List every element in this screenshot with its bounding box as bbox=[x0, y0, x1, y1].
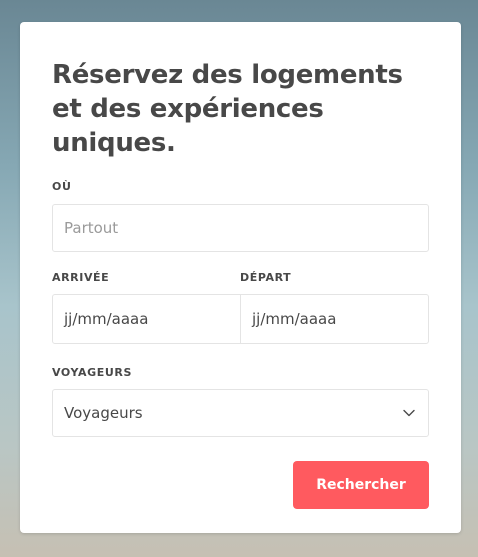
page-title: Réservez des logements et des expérience… bbox=[52, 60, 403, 158]
search-card: Réservez des logements et des expérience… bbox=[20, 22, 461, 533]
checkout-date-input[interactable]: jj/mm/aaaa bbox=[240, 295, 428, 343]
chevron-down-icon bbox=[401, 405, 417, 421]
checkin-label: ARRIVÉE bbox=[52, 271, 110, 284]
guests-select[interactable]: Voyageurs bbox=[52, 389, 429, 437]
where-field[interactable] bbox=[52, 204, 429, 252]
checkin-date-input[interactable]: jj/mm/aaaa bbox=[53, 295, 240, 343]
guests-select-value: Voyageurs bbox=[64, 404, 143, 422]
guests-label: VOYAGEURS bbox=[52, 366, 132, 379]
where-input[interactable] bbox=[64, 219, 417, 237]
search-button[interactable]: Rechercher bbox=[293, 461, 429, 509]
date-range-picker: jj/mm/aaaa jj/mm/aaaa bbox=[52, 294, 429, 344]
where-label: OÙ bbox=[52, 180, 72, 193]
checkout-label: DÉPART bbox=[240, 271, 292, 284]
